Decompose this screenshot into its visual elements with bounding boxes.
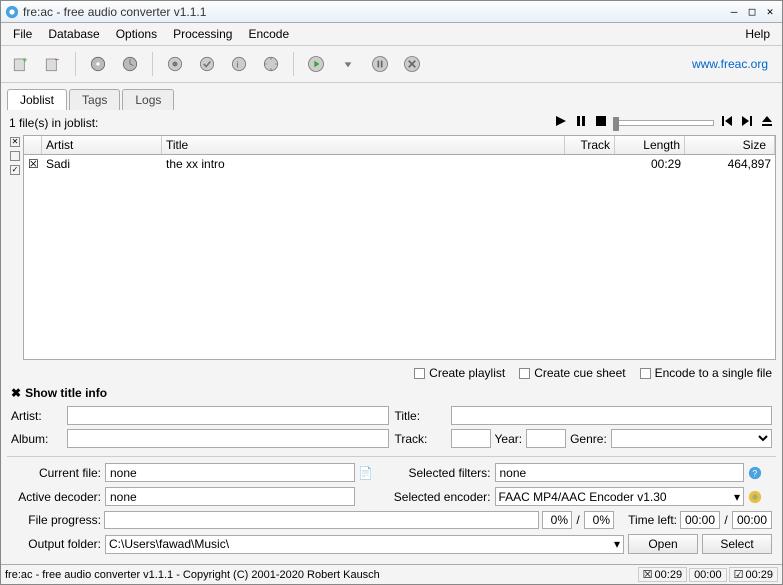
pause-icon[interactable] [574,114,588,131]
eject-icon[interactable] [760,114,774,131]
file-progress-bar [104,511,539,529]
start-encode-button[interactable] [302,50,330,78]
file-icon: 📄 [359,466,373,480]
year-input[interactable] [526,429,566,448]
artist-label: Artist: [11,409,61,423]
remove-file-button[interactable]: − [39,50,67,78]
open-button[interactable]: Open [628,534,698,554]
app-icon [5,5,19,19]
maximize-button[interactable]: □ [744,5,760,18]
chevron-down-icon: ▾ [614,537,620,551]
active-decoder: none [105,487,355,506]
play-icon[interactable] [554,114,568,131]
close-button[interactable]: ✕ [762,5,778,18]
show-title-info-toggle[interactable]: ✖ Show title info [7,382,776,404]
progress-percent-2: 0% [584,511,614,529]
prev-track-icon[interactable] [720,114,734,131]
pause-encode-button[interactable] [366,50,394,78]
title-input[interactable] [451,406,773,425]
submit-cddb-button[interactable] [116,50,144,78]
menu-options[interactable]: Options [108,25,165,43]
selected-filters: none [495,463,745,482]
time-left-2: 00:00 [732,511,772,529]
current-file: none [105,463,355,482]
chevron-down-icon: ▾ [734,490,740,504]
titlebar: fre:ac - free audio converter v1.1.1 — □… [1,1,782,23]
tab-strip: Joblist Tags Logs [1,83,782,110]
joblist-table: Artist Title Track Length Size ☒ Sadi th… [23,135,776,360]
progress-percent-1: 0% [542,511,572,529]
minimize-button[interactable]: — [726,5,742,18]
svg-text:?: ? [752,468,757,478]
collapse-icon: ✖ [11,386,21,400]
encode-dropdown-button[interactable] [334,50,362,78]
artist-input[interactable] [67,406,389,425]
seek-slider[interactable] [614,120,714,126]
track-label: Track: [395,432,445,446]
menubar: File Database Options Processing Encode … [1,23,782,46]
tab-logs[interactable]: Logs [122,89,174,110]
joblist-count: 1 file(s) in joblist: [9,116,546,130]
status-time-3: ☑00:29 [729,567,778,582]
encode-single-checkbox[interactable]: Encode to a single file [640,366,772,380]
status-text: fre:ac - free audio converter v1.1.1 - C… [5,569,636,581]
config-button[interactable] [193,50,221,78]
menu-processing[interactable]: Processing [165,25,240,43]
album-label: Album: [11,432,61,446]
genre-select[interactable] [611,429,772,448]
tab-tags[interactable]: Tags [69,89,120,110]
status-time-1: ☒00:29 [638,567,687,582]
album-input[interactable] [67,429,389,448]
col-size[interactable]: Size [685,136,775,154]
svg-text:−: − [55,54,60,64]
col-length[interactable]: Length [615,136,685,154]
selected-encoder-dropdown[interactable]: FAAC MP4/AAC Encoder v1.30▾ [495,487,745,506]
encoder-settings-icon[interactable] [748,490,762,504]
status-time-2: 00:00 [689,568,727,582]
menu-help[interactable]: Help [737,25,778,43]
col-track[interactable]: Track [565,136,615,154]
settings-button[interactable] [161,50,189,78]
select-button[interactable]: Select [702,534,772,554]
statusbar: fre:ac - free audio converter v1.1.1 - C… [1,564,782,584]
track-input[interactable] [451,429,491,448]
stop-encode-button[interactable] [398,50,426,78]
add-files-button[interactable]: + [7,50,35,78]
title-label: Title: [395,409,445,423]
row-checkboxes[interactable]: ✕✓ [7,135,23,360]
table-row[interactable]: ☒ Sadi the xx intro 00:29 464,897 [24,155,775,173]
col-artist[interactable]: Artist [42,136,162,154]
create-playlist-checkbox[interactable]: Create playlist [414,366,505,380]
toolbar: + − i www.freac.org [1,46,782,83]
website-link[interactable]: www.freac.org [692,57,776,71]
output-folder-dropdown[interactable]: C:\Users\fawad\Music\▾ [105,535,624,554]
svg-text:+: + [23,54,28,64]
gear-icon[interactable] [257,50,285,78]
time-left-1: 00:00 [680,511,720,529]
stop-icon[interactable] [594,114,608,131]
menu-encode[interactable]: Encode [240,25,297,43]
next-track-icon[interactable] [740,114,754,131]
window-title: fre:ac - free audio converter v1.1.1 [23,5,726,19]
svg-text:i: i [237,59,239,69]
menu-database[interactable]: Database [40,25,107,43]
tab-joblist[interactable]: Joblist [7,89,67,110]
menu-file[interactable]: File [5,25,40,43]
col-title[interactable]: Title [162,136,565,154]
create-cuesheet-checkbox[interactable]: Create cue sheet [519,366,625,380]
help-icon[interactable]: ? [748,466,762,480]
about-button[interactable]: i [225,50,253,78]
cddb-button[interactable] [84,50,112,78]
